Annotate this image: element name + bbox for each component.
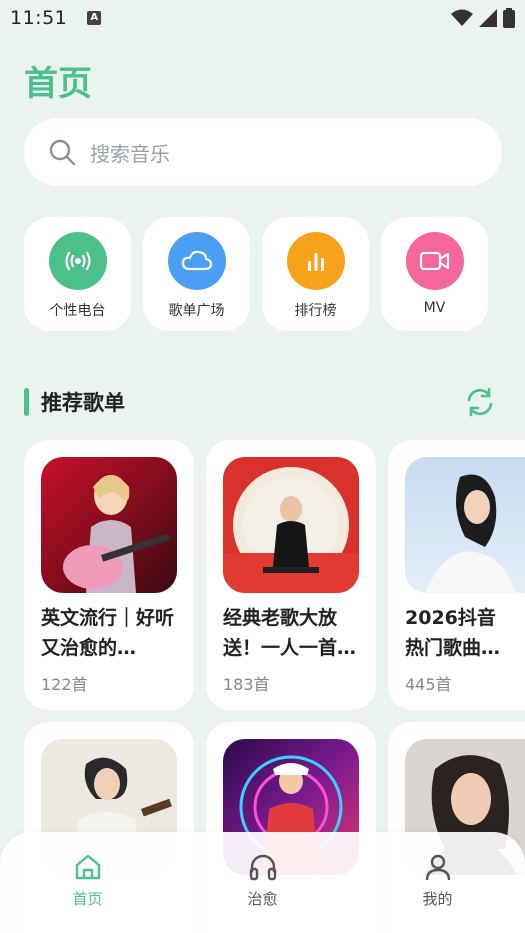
playlist-song-count: 183首 [223,675,270,694]
quick-link-label: 歌单广场 [168,303,225,319]
bar-chart-icon [307,253,324,271]
search-icon [49,139,76,166]
video-camera-icon [419,251,449,271]
girl-photo-image [425,474,515,593]
nav-mine[interactable]: 我的 [378,852,498,933]
singer-figure-image [63,475,170,593]
singer-stage-image [223,467,359,593]
section-accent-bar [24,388,29,416]
playlist-title: 经典老歌大放送！一人一首… [223,607,357,659]
signal-icon [479,9,497,27]
radio-icon [64,251,91,271]
refresh-icon[interactable] [464,386,496,418]
cloud-icon [181,250,212,271]
recommended-playlists-header: 推荐歌单 [24,384,502,420]
playlist-card[interactable]: 2026抖音热门歌曲合集【… 445首 [388,440,525,710]
playlist-cover [223,457,359,593]
user-icon [425,854,450,881]
page-title: 首页 [24,64,92,104]
status-bar: 11:51 A [0,0,525,36]
battery-icon [503,8,515,28]
playlist-cover [405,457,525,593]
status-time: 11:51 [10,7,68,29]
playlist-card[interactable]: 经典老歌大放送！一人一首… 183首 [206,440,376,710]
nav-home[interactable]: 首页 [28,852,148,933]
quick-link-label: MV [423,300,446,316]
playlist-card[interactable]: 英文流行｜好听又治愈的… 122首 [24,440,194,710]
quick-links: 个性电台 歌单广场 排行榜 MV [24,217,488,331]
nav-label: 我的 [422,890,453,908]
video-camera-icon-circle [405,232,464,290]
bottom-navigation: 首页 治愈 我的 [0,832,525,933]
headphones-icon [249,854,276,881]
quick-link-label: 排行榜 [294,303,337,319]
nav-label: 治愈 [247,890,278,908]
section-title: 推荐歌单 [41,391,125,415]
status-icons [451,8,515,28]
cloud-icon-circle [167,232,226,290]
search-placeholder: 搜索音乐 [90,141,170,166]
playlist-title: 2026抖音热门歌曲合集【… [405,607,501,659]
home-icon [75,854,100,880]
nav-label: 首页 [72,890,103,908]
notification-a-icon: A [87,11,102,25]
bar-chart-icon-circle [286,232,345,290]
playlist-song-count: 122首 [41,675,88,694]
search-input[interactable]: 搜索音乐 [24,118,502,186]
quick-link-radio[interactable]: 个性电台 [24,217,131,331]
quick-link-mv[interactable]: MV [381,217,488,331]
playlist-cover [41,457,177,593]
playlist-song-count: 445首 [405,675,452,694]
nav-healing[interactable]: 治愈 [203,852,323,933]
radio-icon-circle [48,232,107,290]
quick-link-charts[interactable]: 排行榜 [262,217,369,331]
quick-link-label: 个性电台 [49,303,106,319]
wifi-icon [451,9,473,26]
playlist-title: 英文流行｜好听又治愈的… [41,607,175,659]
quick-link-playlist-square[interactable]: 歌单广场 [143,217,250,331]
